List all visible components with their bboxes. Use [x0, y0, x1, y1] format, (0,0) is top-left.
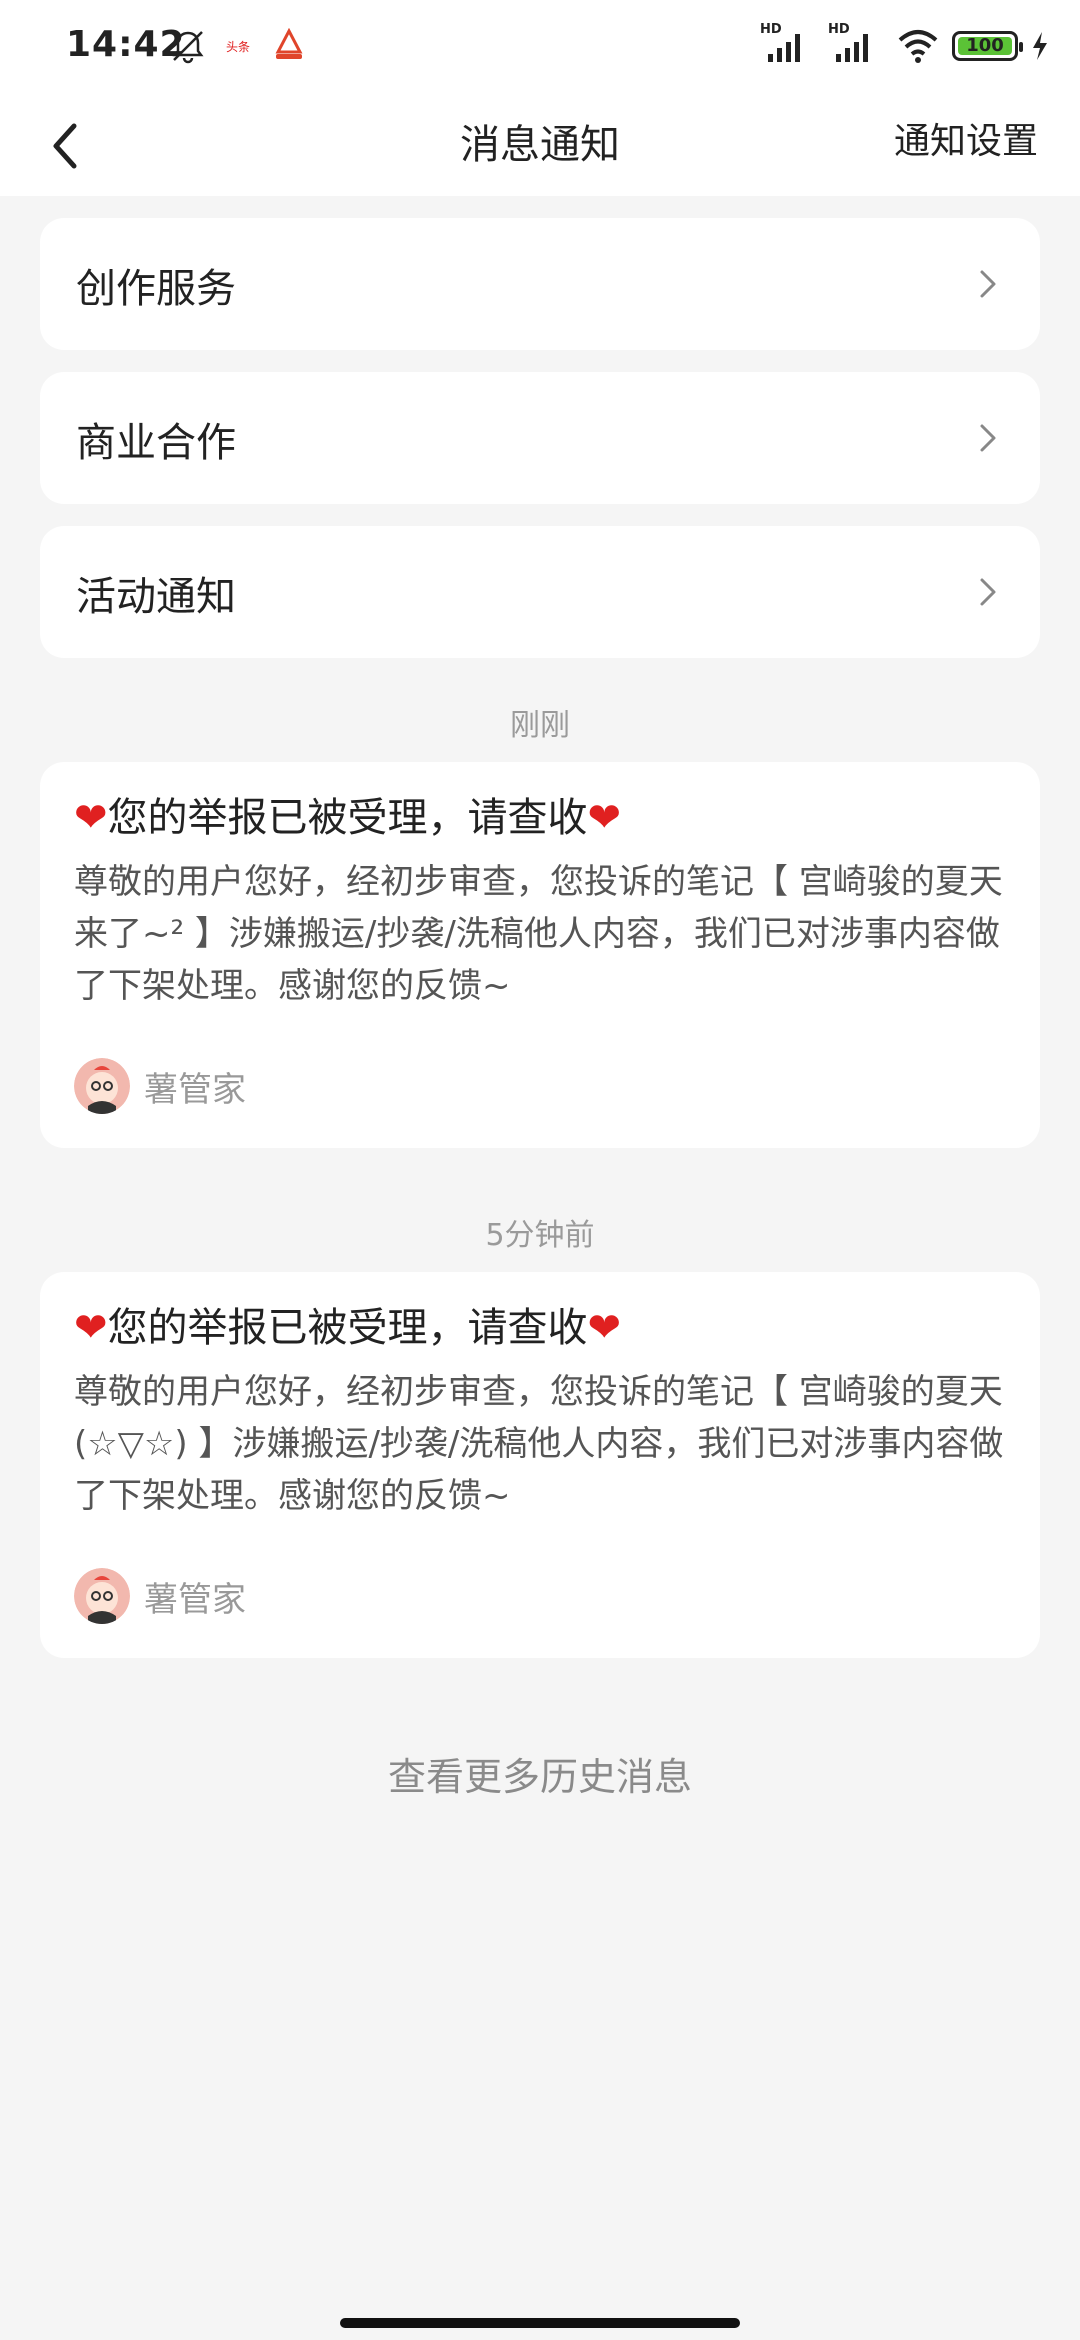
chevron-right-icon — [980, 270, 996, 298]
wifi-icon — [898, 30, 938, 63]
message-body: 尊敬的用户您好，经初步审查，您投诉的笔记【 宫崎骏的夏天来了~² 】涉嫌搬运/抄… — [74, 862, 1003, 1006]
message-timestamp: 刚刚 — [510, 708, 570, 743]
menu-item-business-cooperation[interactable]: 商业合作 — [40, 372, 1040, 504]
app-notification-icon — [275, 28, 303, 59]
chevron-right-icon — [980, 424, 996, 452]
heart-icon: ❤ — [587, 1305, 622, 1351]
main-content: 创作服务 商业合作 活动通知 刚刚 ❤您的举报已被受理，请查收❤ 尊敬的用户您好… — [40, 218, 1040, 1658]
notification-settings-button[interactable]: 通知设置 — [894, 112, 1038, 164]
battery-indicator: 100 — [952, 31, 1023, 61]
heart-icon: ❤ — [74, 795, 108, 841]
toutiao-app-icon: 头条 — [226, 40, 251, 54]
chevron-right-icon — [980, 578, 996, 606]
view-more-history-link[interactable]: 查看更多历史消息 — [0, 1746, 1080, 1801]
message-title: ❤您的举报已被受理，请查收❤ — [74, 788, 1006, 848]
bell-off-icon — [172, 31, 204, 64]
message-title-text: 您的举报已被受理，请查收 — [107, 1305, 588, 1351]
menu-item-label: 创作服务 — [76, 266, 236, 312]
heart-icon: ❤ — [587, 795, 622, 841]
sender-name: 薯管家 — [144, 1579, 246, 1620]
menu-item-creation-service[interactable]: 创作服务 — [40, 218, 1040, 350]
message-body: 尊敬的用户您好，经初步审查，您投诉的笔记【 宫崎骏的夏天(☆▽☆) 】涉嫌搬运/… — [74, 1372, 1004, 1516]
bolt-icon — [1033, 32, 1047, 60]
status-bar: 14:42 头条 HD HD 100 — [0, 0, 1080, 96]
cell-signal-2-icon: HD — [828, 22, 884, 66]
nav-bar: 消息通知 通知设置 — [0, 96, 1080, 196]
message-timestamp: 5分钟前 — [485, 1218, 595, 1253]
cell-signal-1-icon: HD — [760, 22, 816, 66]
message-sender[interactable]: 薯管家 — [74, 1058, 246, 1114]
heart-icon: ❤ — [74, 1305, 108, 1351]
menu-item-activity-notice[interactable]: 活动通知 — [40, 526, 1040, 658]
message-title: ❤您的举报已被受理，请查收❤ — [74, 1298, 1006, 1358]
menu-item-label: 商业合作 — [76, 420, 236, 466]
avatar — [74, 1058, 130, 1114]
status-time: 14:42 — [66, 24, 186, 65]
home-indicator[interactable] — [340, 2318, 740, 2328]
avatar — [74, 1568, 130, 1624]
message-card[interactable]: ❤您的举报已被受理，请查收❤ 尊敬的用户您好，经初步审查，您投诉的笔记【 宫崎骏… — [40, 762, 1040, 1148]
menu-item-label: 活动通知 — [76, 574, 236, 620]
sender-name: 薯管家 — [144, 1069, 246, 1110]
message-card[interactable]: ❤您的举报已被受理，请查收❤ 尊敬的用户您好，经初步审查，您投诉的笔记【 宫崎骏… — [40, 1272, 1040, 1658]
message-title-text: 您的举报已被受理，请查收 — [107, 795, 588, 841]
message-sender[interactable]: 薯管家 — [74, 1568, 246, 1624]
